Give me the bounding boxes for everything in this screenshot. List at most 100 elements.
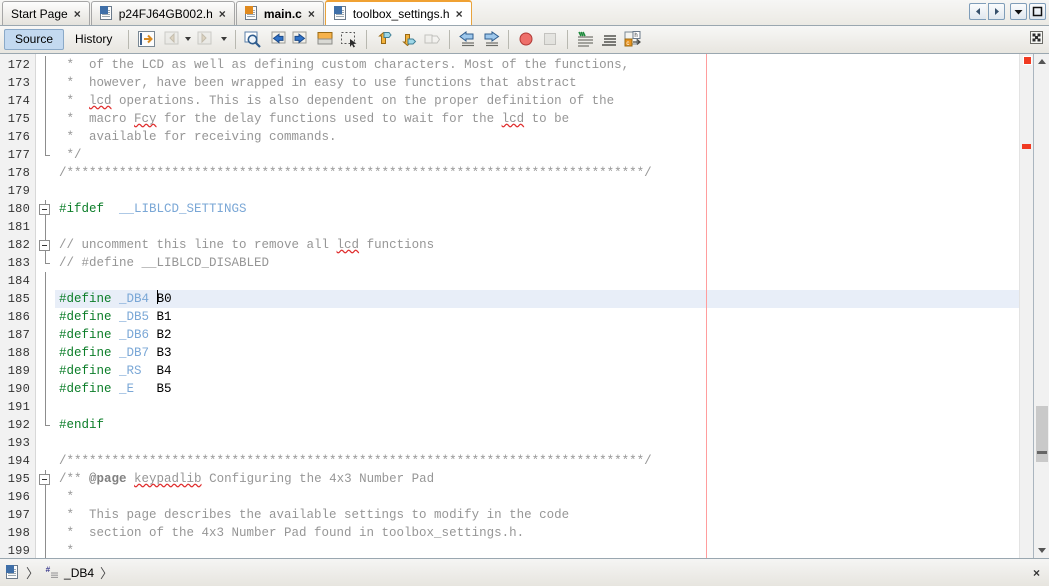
code-line[interactable]: /***************************************… [55, 164, 1019, 182]
header-file-icon [6, 565, 20, 580]
toggle-rectangular-selection-icon[interactable] [337, 28, 361, 51]
back-navigation-dropdown-icon[interactable] [182, 28, 194, 51]
code-line[interactable]: * available for receiving commands. [55, 128, 1019, 146]
fold-marker [36, 271, 55, 290]
fold-marker[interactable] [36, 235, 55, 254]
line-number: 188 [7, 345, 30, 360]
editor-tab-label: Start Page [11, 6, 68, 21]
svg-text:h: h [634, 33, 637, 39]
inspect-members-icon[interactable]: h c [621, 28, 645, 51]
error-marker[interactable] [1022, 143, 1031, 149]
forward-navigation-icon[interactable] [194, 28, 218, 51]
code-line[interactable]: #define _RS B4 [55, 362, 1019, 380]
tab-list-dropdown-button[interactable] [1010, 3, 1027, 20]
fold-marker[interactable] [36, 469, 55, 488]
line-number: 191 [7, 399, 30, 414]
code-line[interactable]: #define _DB5 B1 [55, 308, 1019, 326]
error-count-badge[interactable] [1023, 55, 1032, 65]
previous-bookmark-icon[interactable] [372, 28, 396, 51]
code-line[interactable]: * section of the 4x3 Number Pad found in… [55, 524, 1019, 542]
code-line[interactable]: // #define __LIBLCD_DISABLED [55, 254, 1019, 272]
find-next-icon[interactable] [289, 28, 313, 51]
code-line[interactable] [55, 218, 1019, 236]
code-line[interactable]: * [55, 542, 1019, 558]
tab-source[interactable]: Source [4, 28, 65, 50]
next-bookmark-icon[interactable] [396, 28, 420, 51]
close-tab-button[interactable]: × [307, 8, 316, 20]
find-previous-icon[interactable] [265, 28, 289, 51]
expand-toolbar-icon[interactable] [1029, 30, 1044, 45]
breadcrumb-separator-2: 〉 [100, 566, 114, 582]
code-line[interactable]: #define _DB6 B2 [55, 326, 1019, 344]
forward-navigation-dropdown-icon[interactable] [218, 28, 230, 51]
code-line[interactable]: */ [55, 146, 1019, 164]
code-line[interactable]: * of the LCD as well as defining custom … [55, 56, 1019, 74]
line-number: 198 [7, 525, 30, 540]
code-line[interactable]: #define _DB4 B0 [55, 289, 1019, 308]
editor-tab-0[interactable]: Start Page × [2, 1, 90, 25]
code-line[interactable]: #ifdef __LIBLCD_SETTINGS [55, 200, 1019, 218]
tab-navigation-controls [969, 3, 1046, 20]
code-line[interactable]: #define _DB7 B3 [55, 344, 1019, 362]
code-line[interactable]: * however, have been wrapped in easy to … [55, 74, 1019, 92]
shift-left-icon[interactable] [455, 28, 479, 51]
line-number: 186 [7, 309, 30, 324]
close-status-button[interactable]: × [1033, 566, 1040, 580]
error-stripe[interactable] [1019, 53, 1033, 559]
toggle-bookmark-icon[interactable] [420, 28, 444, 51]
stop-macro-recording-icon[interactable] [538, 28, 562, 51]
close-tab-button[interactable]: × [218, 8, 227, 20]
scroll-up-arrow[interactable] [1034, 54, 1049, 70]
close-tab-button[interactable]: × [455, 8, 464, 20]
editor-area: 172 173 174 175 176 177 178 179 180 181 182 183 184 1… [0, 53, 1049, 560]
scroll-tabs-left-button[interactable] [969, 3, 986, 20]
code-line[interactable] [55, 434, 1019, 452]
line-number: 183 [7, 255, 30, 270]
code-line[interactable] [55, 182, 1019, 200]
line-number: 190 [7, 381, 30, 396]
toggle-highlight-icon[interactable] [313, 28, 337, 51]
find-selection-icon[interactable] [241, 28, 265, 51]
c-file-icon [244, 6, 259, 21]
toolbar-separator [508, 29, 510, 49]
last-edit-position-icon[interactable] [134, 28, 158, 51]
shift-right-icon[interactable] [479, 28, 503, 51]
fold-marker[interactable] [36, 199, 55, 218]
code-line[interactable]: * This page describes the available sett… [55, 506, 1019, 524]
editor-tab-label: toolbox_settings.h [352, 6, 450, 21]
start-macro-recording-icon[interactable] [514, 28, 538, 51]
editor-tab-2[interactable]: main.c × [235, 1, 324, 25]
line-number: 181 [7, 219, 30, 234]
code-line[interactable] [55, 398, 1019, 416]
code-line[interactable]: /***************************************… [55, 452, 1019, 470]
right-margin-guide [706, 53, 707, 559]
vertical-scrollbar[interactable] [1033, 53, 1049, 559]
current-symbol-label: _DB4 [64, 565, 95, 580]
code-line[interactable] [55, 272, 1019, 290]
code-line[interactable]: #endif [55, 416, 1019, 434]
tab-history[interactable]: History [64, 29, 123, 50]
toolbar-separator [567, 29, 569, 49]
comment-icon[interactable] [573, 28, 597, 51]
code-line[interactable]: * lcd operations. This is also dependent… [55, 92, 1019, 110]
scroll-tabs-right-button[interactable] [988, 3, 1005, 20]
code-line[interactable]: #define _E B5 [55, 380, 1019, 398]
editor-tab-3[interactable]: toolbox_settings.h × [324, 0, 472, 25]
fold-marker [36, 55, 55, 74]
code-text-area[interactable]: * of the LCD as well as defining custom … [55, 53, 1019, 559]
close-tab-button[interactable]: × [73, 8, 82, 20]
code-line[interactable]: * macro Fcy for the delay functions used… [55, 110, 1019, 128]
code-folding-column[interactable] [36, 53, 55, 559]
code-line[interactable]: /** @page keypadlib Configuring the 4x3 … [55, 470, 1019, 488]
code-line[interactable]: // uncomment this line to remove all lcd… [55, 236, 1019, 254]
editor-tab-1[interactable]: p24FJ64GB002.h × [90, 1, 235, 25]
line-number: 197 [7, 507, 30, 522]
code-line[interactable]: * [55, 488, 1019, 506]
uncomment-icon[interactable] [597, 28, 621, 51]
back-navigation-icon[interactable] [158, 28, 182, 51]
scroll-down-arrow[interactable] [1034, 542, 1049, 558]
fold-marker [36, 523, 55, 542]
editor-tab-bar: Start Page × p24FJ64GB002.h × main.c × toolbox… [0, 0, 1049, 26]
fold-marker [36, 307, 55, 326]
maximize-window-button[interactable] [1029, 3, 1046, 20]
